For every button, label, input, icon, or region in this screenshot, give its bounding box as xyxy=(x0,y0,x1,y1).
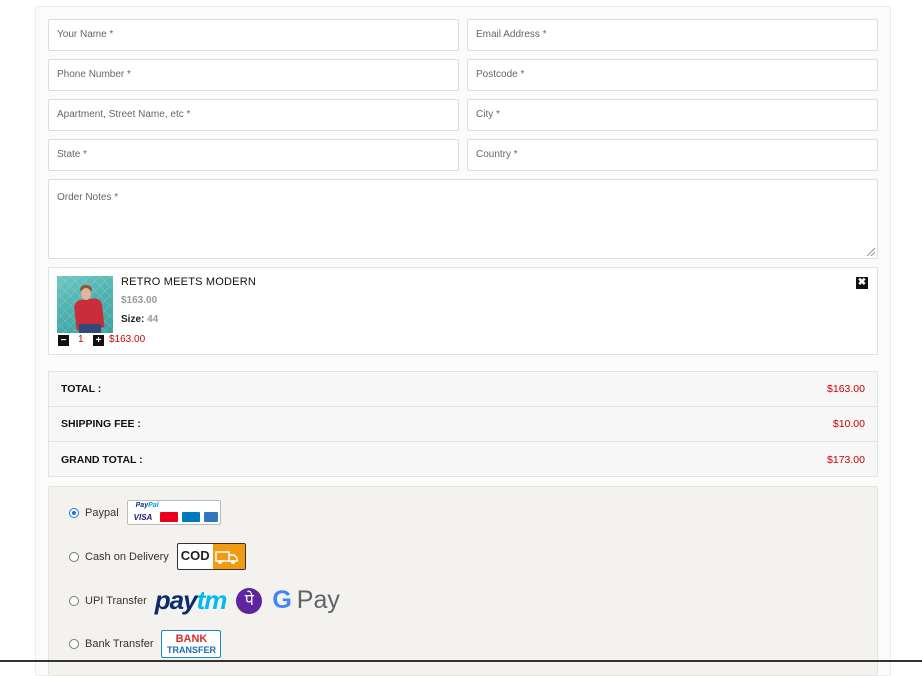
postcode-field[interactable]: Postcode * xyxy=(467,59,878,91)
payment-option-bank[interactable]: Bank Transfer BANK TRANSFER xyxy=(69,630,222,658)
product-size: Size: 44 xyxy=(121,314,158,325)
cod-radio[interactable] xyxy=(69,551,79,562)
size-value: 44 xyxy=(147,314,159,325)
amex-icon xyxy=(203,512,218,522)
grand-total-label: GRAND TOTAL : xyxy=(61,453,143,466)
mastercard-icon xyxy=(159,512,178,522)
decrease-quantity-button[interactable]: − xyxy=(58,335,69,346)
shipping-value: $10.00 xyxy=(832,418,865,430)
address-field[interactable]: Apartment, Street Name, etc * xyxy=(48,99,459,131)
upi-label[interactable]: UPI Transfer xyxy=(85,595,147,607)
cod-text: COD xyxy=(180,548,210,563)
total-label: TOTAL : xyxy=(61,383,102,395)
payment-option-upi[interactable]: UPI Transfer paytm पे G Pay xyxy=(69,585,340,616)
remove-item-button[interactable]: ✖ xyxy=(856,277,868,289)
order-totals: TOTAL : $163.00 SHIPPING FEE : $10.00 GR… xyxy=(48,371,878,477)
country-field[interactable]: Country * xyxy=(467,139,878,171)
product-image[interactable] xyxy=(57,276,113,333)
increase-quantity-button[interactable]: + xyxy=(93,335,104,346)
product-name[interactable]: RETRO MEETS MODERN xyxy=(121,276,256,288)
bank-radio[interactable] xyxy=(69,639,79,649)
visa-card-icon: VISA xyxy=(133,513,153,522)
bank-transfer-logo: BANK TRANSFER xyxy=(161,630,222,658)
product-price: $163.00 xyxy=(121,295,158,306)
size-label: Size: xyxy=(121,314,145,325)
shipping-label: SHIPPING FEE : xyxy=(61,418,141,430)
paytm-logo: paytm xyxy=(154,585,228,615)
shipping-row: SHIPPING FEE : $10.00 xyxy=(49,407,877,442)
paypal-cards-logo: PayPal VISA xyxy=(126,500,221,525)
upi-radio[interactable] xyxy=(69,595,79,606)
grand-total-row: GRAND TOTAL : $173.00 xyxy=(49,442,877,477)
phonepe-logo: पे xyxy=(236,587,263,614)
grand-total-value: $173.00 xyxy=(827,453,865,466)
google-pay-logo: G Pay xyxy=(272,586,340,614)
phone-field[interactable]: Phone Number * xyxy=(48,59,459,91)
cod-logo: COD xyxy=(176,543,246,570)
email-field[interactable]: Email Address * xyxy=(467,19,878,51)
payment-option-cod[interactable]: Cash on Delivery COD xyxy=(69,543,246,570)
paypal-wordmark: PayPal xyxy=(135,502,159,509)
bank-label[interactable]: Bank Transfer xyxy=(85,638,153,650)
quantity-value: 1 xyxy=(78,334,84,345)
cart-item: RETRO MEETS MODERN $163.00 Size: 44 − 1 … xyxy=(48,267,878,355)
payment-option-paypal[interactable]: Paypal PayPal VISA xyxy=(69,500,221,525)
delivery-van-icon xyxy=(212,544,245,569)
maestro-icon xyxy=(181,512,200,522)
total-value: $163.00 xyxy=(827,383,865,395)
order-notes-placeholder: Order Notes * xyxy=(57,192,119,203)
paypal-radio[interactable] xyxy=(69,507,79,518)
state-field[interactable]: State * xyxy=(48,139,459,171)
city-field[interactable]: City * xyxy=(467,99,878,131)
payment-methods: Paypal PayPal VISA Cash on Delivery COD xyxy=(48,486,878,676)
total-row: TOTAL : $163.00 xyxy=(49,372,877,407)
resize-grip-icon[interactable] xyxy=(867,248,875,256)
order-notes-textarea[interactable]: Order Notes * xyxy=(48,179,878,259)
name-field[interactable]: Your Name * xyxy=(48,19,459,51)
cod-label[interactable]: Cash on Delivery xyxy=(85,551,169,563)
line-total: $163.00 xyxy=(109,334,146,345)
upi-logos: paytm पे G Pay xyxy=(155,585,340,616)
paypal-label[interactable]: Paypal xyxy=(85,507,119,519)
